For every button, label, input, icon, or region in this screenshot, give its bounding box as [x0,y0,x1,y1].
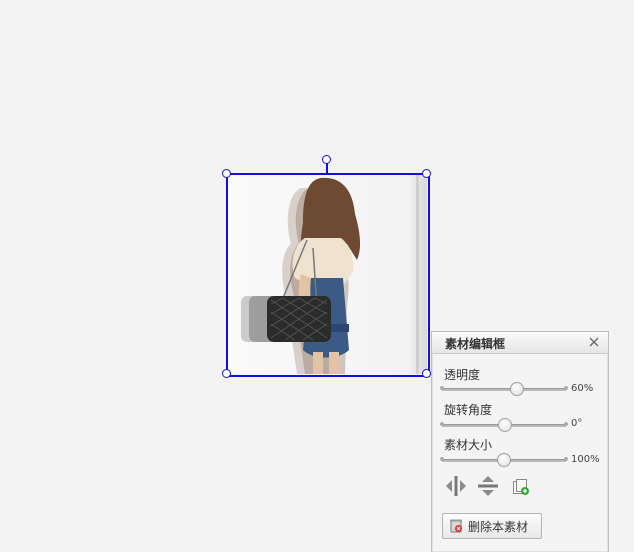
selected-material-image[interactable] [227,174,427,374]
delete-material-label: 删除本素材 [468,520,529,534]
copy-icon[interactable] [512,478,530,496]
delete-material-button[interactable]: 删除本素材 [442,513,542,539]
resize-handle-top-right[interactable] [422,169,431,178]
resize-handle-bottom-left[interactable] [222,369,231,378]
rotation-slider[interactable] [440,418,568,432]
opacity-value: 60% [571,383,594,394]
opacity-slider[interactable] [440,382,568,396]
woman-with-handbag-photo [227,174,427,374]
rotation-label: 旋转角度 [444,403,493,417]
flip-horizontal-icon[interactable] [444,475,468,497]
rotation-slider-thumb[interactable] [498,418,512,432]
size-slider[interactable] [440,453,568,467]
size-slider-thumb[interactable] [496,453,511,467]
size-value: 100% [571,454,600,465]
trash-icon [450,519,462,533]
panel-title: 素材编辑框 [445,337,506,351]
rotate-handle[interactable] [322,155,331,164]
opacity-label: 透明度 [444,368,481,382]
opacity-slider-track [440,386,568,391]
resize-handle-bottom-right[interactable] [422,369,431,378]
opacity-slider-thumb[interactable] [510,382,525,396]
rotation-value: 0° [571,418,583,429]
material-editor-panel: 素材编辑框 透明度 60% 旋转角度 0° 素材大小 100% 删除本素材 [431,331,609,552]
close-icon[interactable] [587,335,601,349]
editor-canvas[interactable]: 素材编辑框 透明度 60% 旋转角度 0° 素材大小 100% 删除本素材 [0,0,634,552]
rotate-handle-stem [326,163,328,174]
size-label: 素材大小 [444,438,493,452]
flip-vertical-icon[interactable] [476,474,500,498]
resize-handle-top-left[interactable] [222,169,231,178]
panel-header[interactable]: 素材编辑框 [432,332,608,354]
